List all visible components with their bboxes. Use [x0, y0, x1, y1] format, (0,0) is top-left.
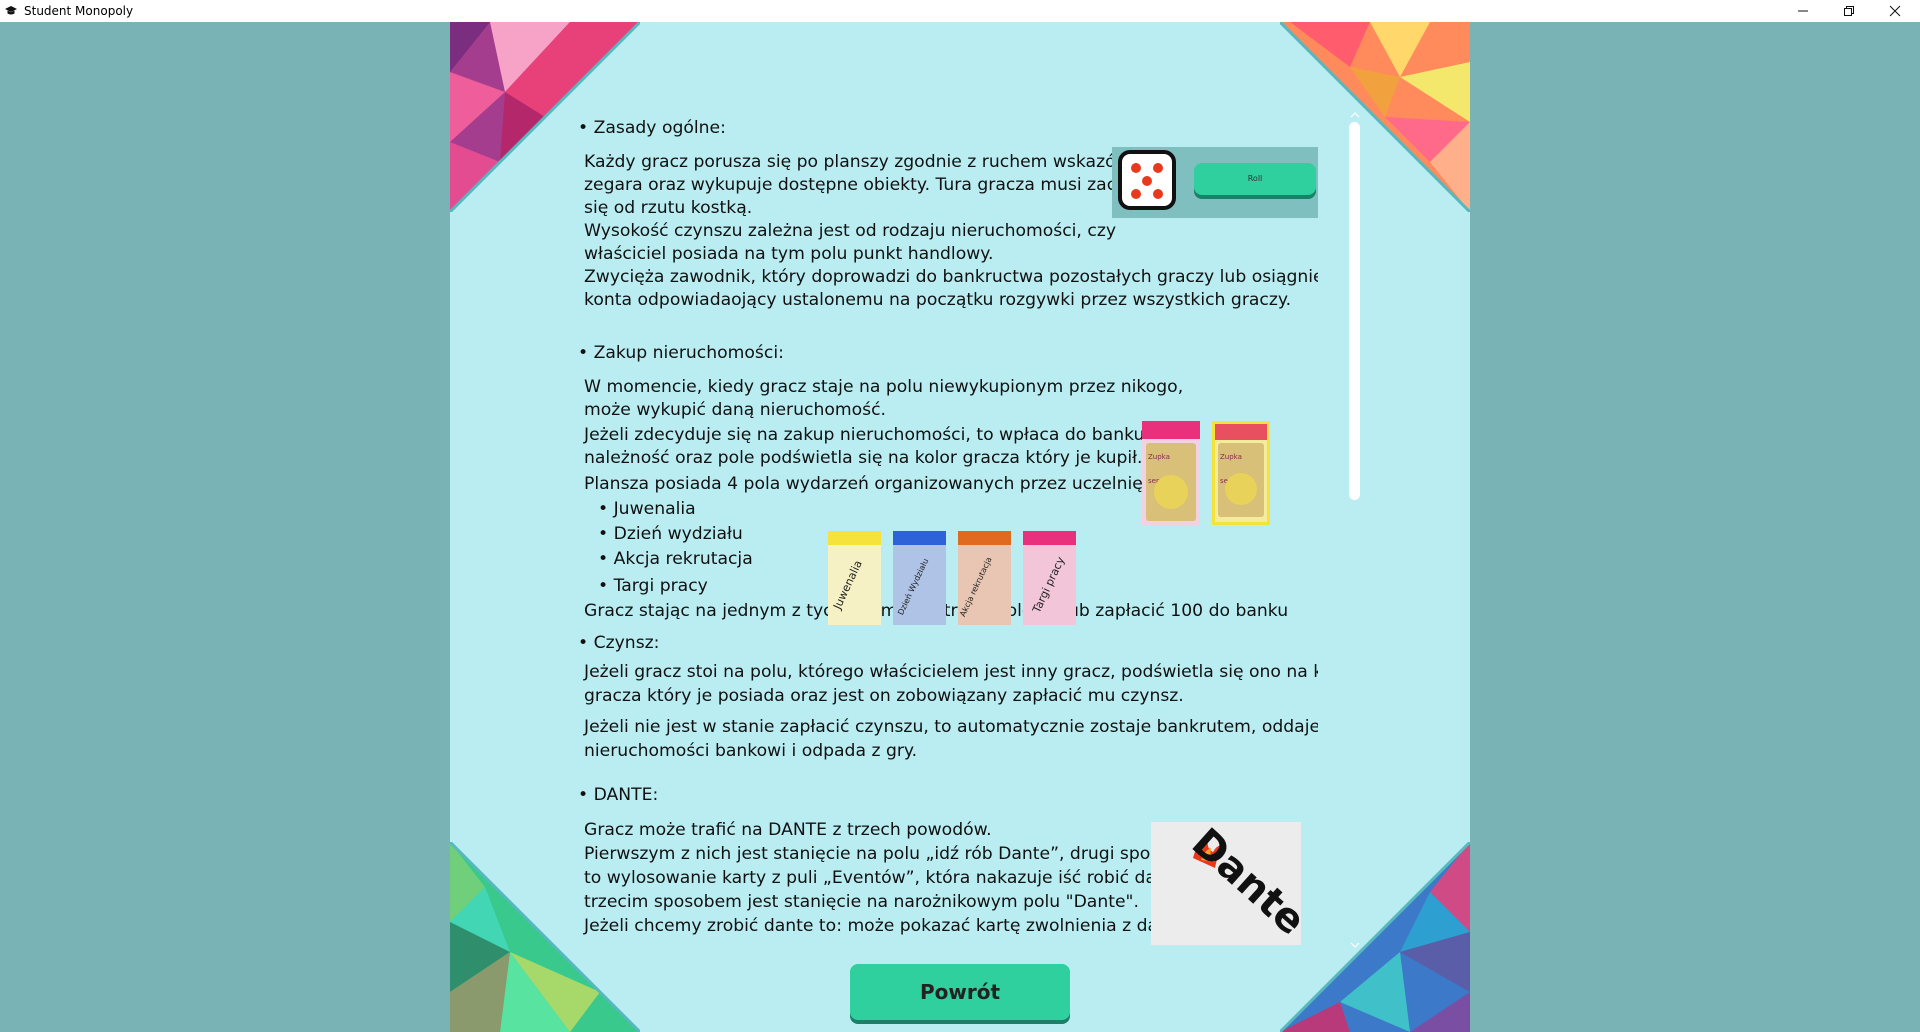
- text-line: Pierwszym z nich jest stanięcie na polu …: [584, 844, 1181, 864]
- event-list-item: • Dzień wydziału: [598, 524, 743, 544]
- property-card-pink: Zupka serowa: [1142, 421, 1200, 525]
- dice-icon: [1118, 150, 1176, 210]
- text-line: należność oraz pole podświetla się na ko…: [584, 448, 1143, 468]
- window-titlebar: Student Monopoly: [0, 0, 1920, 22]
- text-line: Jeżeli chcemy zrobić dante to: może poka…: [584, 916, 1187, 936]
- property-card-yellow: Zupka serowa: [1212, 421, 1270, 525]
- event-list-item: • Targi pracy: [598, 576, 708, 596]
- text-line: Zwycięża zawodnik, który doprowadzi do b…: [584, 267, 1318, 287]
- event-card-label: Dzień Wydziału: [896, 557, 931, 617]
- window-title: Student Monopoly: [24, 4, 134, 18]
- close-icon[interactable]: [1872, 0, 1918, 22]
- event-list-item: • Akcja rekrutacja: [598, 549, 753, 569]
- text-line: nieruchomości bankowi i odpada z gry.: [584, 741, 918, 761]
- text-line: się od rzutu kostką.: [584, 198, 753, 218]
- text-line: trzecim sposobem jest stanięcie na naroż…: [584, 892, 1139, 912]
- text-line: gracza który je posiada oraz jest on zob…: [584, 686, 1184, 706]
- text-line: Wysokość czynszu zależna jest od rodzaju…: [584, 221, 1117, 241]
- restore-icon[interactable]: [1826, 0, 1872, 22]
- scrollbar-thumb[interactable]: [1349, 122, 1360, 500]
- text-line: to wylosowanie karty z puli „Eventów”, k…: [584, 868, 1190, 888]
- text-line: Gracz może trafić na DANTE z trzech powo…: [584, 820, 992, 840]
- text-line: może wykupić daną nieruchomość.: [584, 400, 886, 420]
- section-heading-general: • Zasady ogólne:: [578, 118, 726, 138]
- text-line: właściciel posiada na tym polu punkt han…: [584, 244, 994, 264]
- event-card-label: Targi pracy: [1030, 554, 1068, 615]
- event-card-targi-pracy: Targi pracy: [1023, 531, 1076, 625]
- event-card-label: Juwenalia: [830, 558, 865, 612]
- scroll-down-icon: [1350, 942, 1360, 948]
- text-line: Jeżeli zdecyduje się na zakup nieruchomo…: [584, 425, 1145, 445]
- roll-button-illustration: Roll: [1194, 163, 1316, 195]
- event-card-juwenalia: Juwenalia: [828, 531, 881, 625]
- event-card-label: Akcja rekrutacja: [958, 555, 994, 619]
- back-button[interactable]: Powrót: [850, 964, 1070, 1020]
- event-list-item: • Juwenalia: [598, 499, 696, 519]
- minimize-icon[interactable]: [1780, 0, 1826, 22]
- section-heading-purchase: • Zakup nieruchomości:: [578, 343, 784, 363]
- section-heading-rent: • Czynsz:: [578, 633, 660, 653]
- dice-roll-illustration: Roll: [1112, 147, 1318, 218]
- text-line: konta odpowiadaojący ustalonemu na począ…: [584, 290, 1292, 310]
- rules-content[interactable]: • Zasady ogólne: Każdy gracz porusza się…: [578, 116, 1318, 966]
- text-line: zegara oraz wykupuje dostępne obiekty. T…: [584, 175, 1146, 195]
- text-line: W momencie, kiedy gracz staje na polu ni…: [584, 377, 1184, 397]
- dante-logo: Dante: [1151, 822, 1301, 945]
- text-line: Jeżeli gracz stoi na polu, którego właśc…: [584, 662, 1318, 682]
- graduation-cap-icon: [4, 4, 18, 18]
- text-line: Każdy gracz porusza się po planszy zgodn…: [584, 152, 1151, 172]
- event-card-dzien-wydzialu: Dzień Wydziału: [893, 531, 946, 625]
- event-card-akcja-rekrutacja: Akcja rekrutacja: [958, 531, 1011, 625]
- text-line: Plansza posiada 4 pola wydarzeń organizo…: [584, 474, 1149, 494]
- text-line: Jeżeli nie jest w stanie zapłacić czynsz…: [584, 717, 1318, 737]
- scroll-up-icon: [1350, 112, 1360, 118]
- section-heading-dante: • DANTE:: [578, 785, 659, 805]
- rules-panel: • Zasady ogólne: Każdy gracz porusza się…: [450, 22, 1470, 1032]
